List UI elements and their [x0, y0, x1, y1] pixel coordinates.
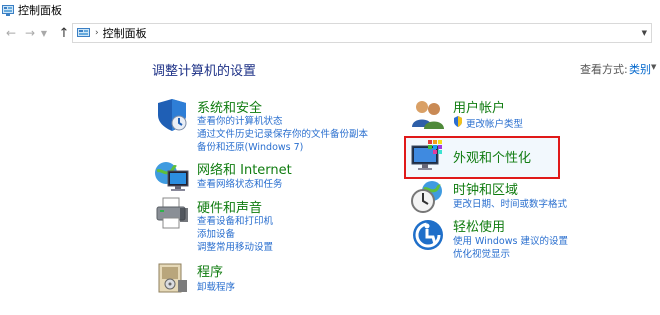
link-devices-printers[interactable]: 查看设备和打印机	[197, 213, 273, 227]
category-title-appearance[interactable]: 外观和个性化	[453, 147, 531, 166]
link-optimize-visual-display[interactable]: 优化视觉显示	[453, 246, 510, 260]
link-backup-restore[interactable]: 备份和还原(Windows 7)	[197, 139, 303, 153]
control-panel-icon	[2, 4, 14, 16]
link-windows-suggested-settings[interactable]: 使用 Windows 建议的设置	[453, 233, 568, 247]
users-icon	[410, 97, 446, 133]
link-add-device[interactable]: 添加设备	[197, 226, 235, 240]
link-file-history-backup[interactable]: 通过文件历史记录保存你的文件备份副本	[197, 126, 368, 140]
view-by-label: 查看方式:	[580, 63, 628, 76]
main-content: 调整计算机的设置 查看方式: 类别 ▼ 系统和安全 查看你的计算机状态 通过文件…	[0, 46, 660, 315]
accessibility-icon	[410, 217, 446, 253]
program-box-icon	[154, 260, 190, 296]
link-change-account-type[interactable]: 更改帐户类型	[466, 116, 523, 130]
address-dropdown-chevron-icon[interactable]: ▼	[642, 29, 647, 37]
link-change-date-time-format[interactable]: 更改日期、时间或数字格式	[453, 196, 567, 210]
title-bar: 控制面板	[0, 0, 660, 20]
navigation-bar: ← → ▼ ↑ › 控制面板 ▼	[0, 20, 660, 46]
printer-icon	[154, 196, 190, 232]
up-arrow-icon[interactable]: ↑	[55, 24, 73, 42]
link-mobility-settings[interactable]: 调整常用移动设置	[197, 239, 273, 253]
forward-arrow-icon[interactable]: →	[21, 24, 39, 42]
uac-shield-icon	[453, 116, 463, 127]
breadcrumb-item[interactable]: 控制面板	[103, 25, 147, 41]
globe-monitor-icon	[154, 159, 190, 195]
recent-locations-chevron-icon[interactable]: ▼	[39, 24, 49, 42]
link-uninstall-program[interactable]: 卸载程序	[197, 279, 235, 293]
view-by-chevron-icon[interactable]: ▼	[651, 63, 656, 71]
breadcrumb-chevron-icon[interactable]: ›	[95, 28, 99, 38]
address-bar[interactable]: › 控制面板 ▼	[72, 23, 652, 43]
category-title-programs[interactable]: 程序	[197, 261, 223, 280]
shield-icon	[154, 97, 190, 133]
back-arrow-icon[interactable]: ←	[2, 24, 20, 42]
window-title: 控制面板	[18, 4, 62, 17]
control-panel-icon	[77, 27, 90, 39]
category-title-user-accounts[interactable]: 用户帐户	[453, 97, 505, 116]
monitor-palette-icon	[410, 138, 446, 174]
page-title: 调整计算机的设置	[152, 64, 257, 79]
link-view-computer-status[interactable]: 查看你的计算机状态	[197, 113, 283, 127]
view-by-dropdown[interactable]: 类别	[629, 61, 651, 77]
clock-globe-icon	[410, 179, 446, 215]
link-network-status[interactable]: 查看网络状态和任务	[197, 176, 283, 190]
